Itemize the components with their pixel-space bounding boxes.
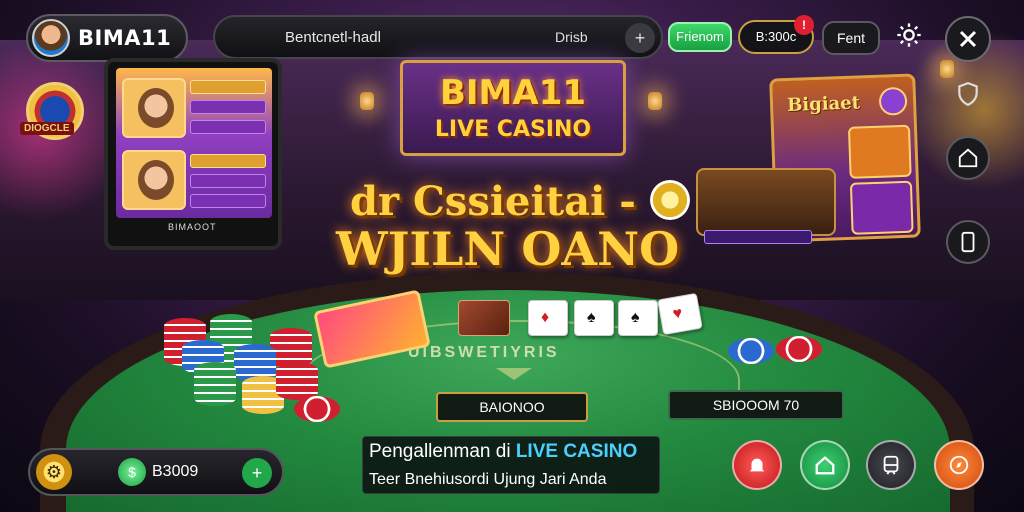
notification-badge: ! xyxy=(794,15,814,35)
shield-icon[interactable] xyxy=(946,72,990,116)
bell-icon[interactable] xyxy=(732,440,782,490)
neon-strip xyxy=(704,230,812,244)
dealer-card[interactable] xyxy=(122,78,186,138)
coin-icon: ⚙ xyxy=(36,454,72,490)
wallet-add-button[interactable]: + xyxy=(242,458,272,488)
card-pip: ♦ xyxy=(541,309,550,326)
banner-line1-highlight: LIVE CASINO xyxy=(515,441,638,462)
game-row[interactable] xyxy=(190,194,266,208)
chip-stack-red[interactable] xyxy=(276,362,318,400)
dealer-shoe xyxy=(696,168,836,236)
home-icon[interactable] xyxy=(800,440,850,490)
banner-line2: Teer Bnehiusordi Ujung Jari Anda xyxy=(369,471,607,488)
game-row[interactable] xyxy=(190,154,266,168)
green-action-button[interactable]: Frienom xyxy=(668,22,732,52)
compass-icon[interactable] xyxy=(934,440,984,490)
card-back xyxy=(458,300,510,336)
card-pip: ♠ xyxy=(631,309,640,326)
banner-line1: Pengallenman di LIVE CASINO xyxy=(369,441,637,463)
promo-banner: Pengallenman di LIVE CASINO Teer Bnehius… xyxy=(362,436,660,494)
title-sign: BIMA11 LIVE CASINO xyxy=(400,60,626,156)
close-icon[interactable] xyxy=(945,16,991,62)
promo-tile[interactable] xyxy=(847,124,912,179)
promo-badge-icon xyxy=(878,86,908,116)
banner-line1-prefix: Pengallenman di xyxy=(369,441,516,462)
wall-lamp xyxy=(648,92,662,110)
phone-panel[interactable]: BIMAOOT xyxy=(104,58,282,250)
table-arc-text: UIBSWETIYRIS xyxy=(408,344,560,361)
avatar[interactable] xyxy=(32,19,70,57)
search-filter-label[interactable]: Drisb xyxy=(555,29,588,45)
sign-title: BIMA11 xyxy=(439,73,587,113)
headline-line2: WJILN OANO xyxy=(336,222,680,276)
promo-tile[interactable] xyxy=(849,180,914,235)
brand-name: BIMA11 xyxy=(78,26,172,50)
bet-box-right[interactable]: SBIOOOM 70 xyxy=(668,390,844,420)
phone-label: BIMAOOT xyxy=(168,222,217,232)
playing-card: ♠ xyxy=(618,300,658,336)
chip-red[interactable] xyxy=(776,336,822,362)
card-pip: ♠ xyxy=(587,309,596,326)
emblem-text: DIOGCLE xyxy=(20,122,74,135)
wallet-amount: B3009 xyxy=(152,463,199,480)
playing-card: ♠ xyxy=(574,300,614,336)
search-bar[interactable]: Bentcnetl-hadl Drisb + xyxy=(213,15,663,59)
search-text: Bentcnetl-hadl xyxy=(285,29,381,46)
sign-subtitle: LIVE CASINO xyxy=(434,117,592,142)
chip-red[interactable] xyxy=(294,396,340,422)
chip-stack-green[interactable] xyxy=(194,362,236,406)
dark-action-button[interactable]: Fent xyxy=(822,21,880,55)
brand-pill[interactable]: BIMA11 xyxy=(26,14,188,62)
game-row[interactable] xyxy=(190,80,266,94)
bet-box-left[interactable]: BAIONOO xyxy=(436,392,588,422)
chip-blue[interactable] xyxy=(728,338,774,364)
game-row[interactable] xyxy=(190,100,266,114)
tram-icon[interactable] xyxy=(866,440,916,490)
add-button[interactable]: + xyxy=(625,23,655,53)
home-icon[interactable] xyxy=(946,136,990,180)
game-row[interactable] xyxy=(190,174,266,188)
gold-chip-icon xyxy=(650,180,690,220)
wall-lamp xyxy=(360,92,374,110)
dealer-card[interactable] xyxy=(122,150,186,210)
phone-icon[interactable] xyxy=(946,220,990,264)
playing-card: ♦ xyxy=(528,300,568,336)
promo-title: Bigiaet xyxy=(786,92,861,116)
gem-icon: $ xyxy=(118,458,146,486)
gear-icon[interactable] xyxy=(892,21,926,55)
dealer-face xyxy=(138,88,174,128)
phone-screen xyxy=(116,68,272,218)
wallet-bar[interactable]: ⚙ $ B3009 + xyxy=(28,448,284,496)
table-arrow xyxy=(496,368,532,380)
game-row[interactable] xyxy=(190,120,266,134)
playing-card: ♥ xyxy=(657,292,703,336)
dealer-face xyxy=(138,160,174,200)
headline-line1: dr Cssieitai - xyxy=(350,178,636,225)
card-pip: ♥ xyxy=(671,304,684,324)
